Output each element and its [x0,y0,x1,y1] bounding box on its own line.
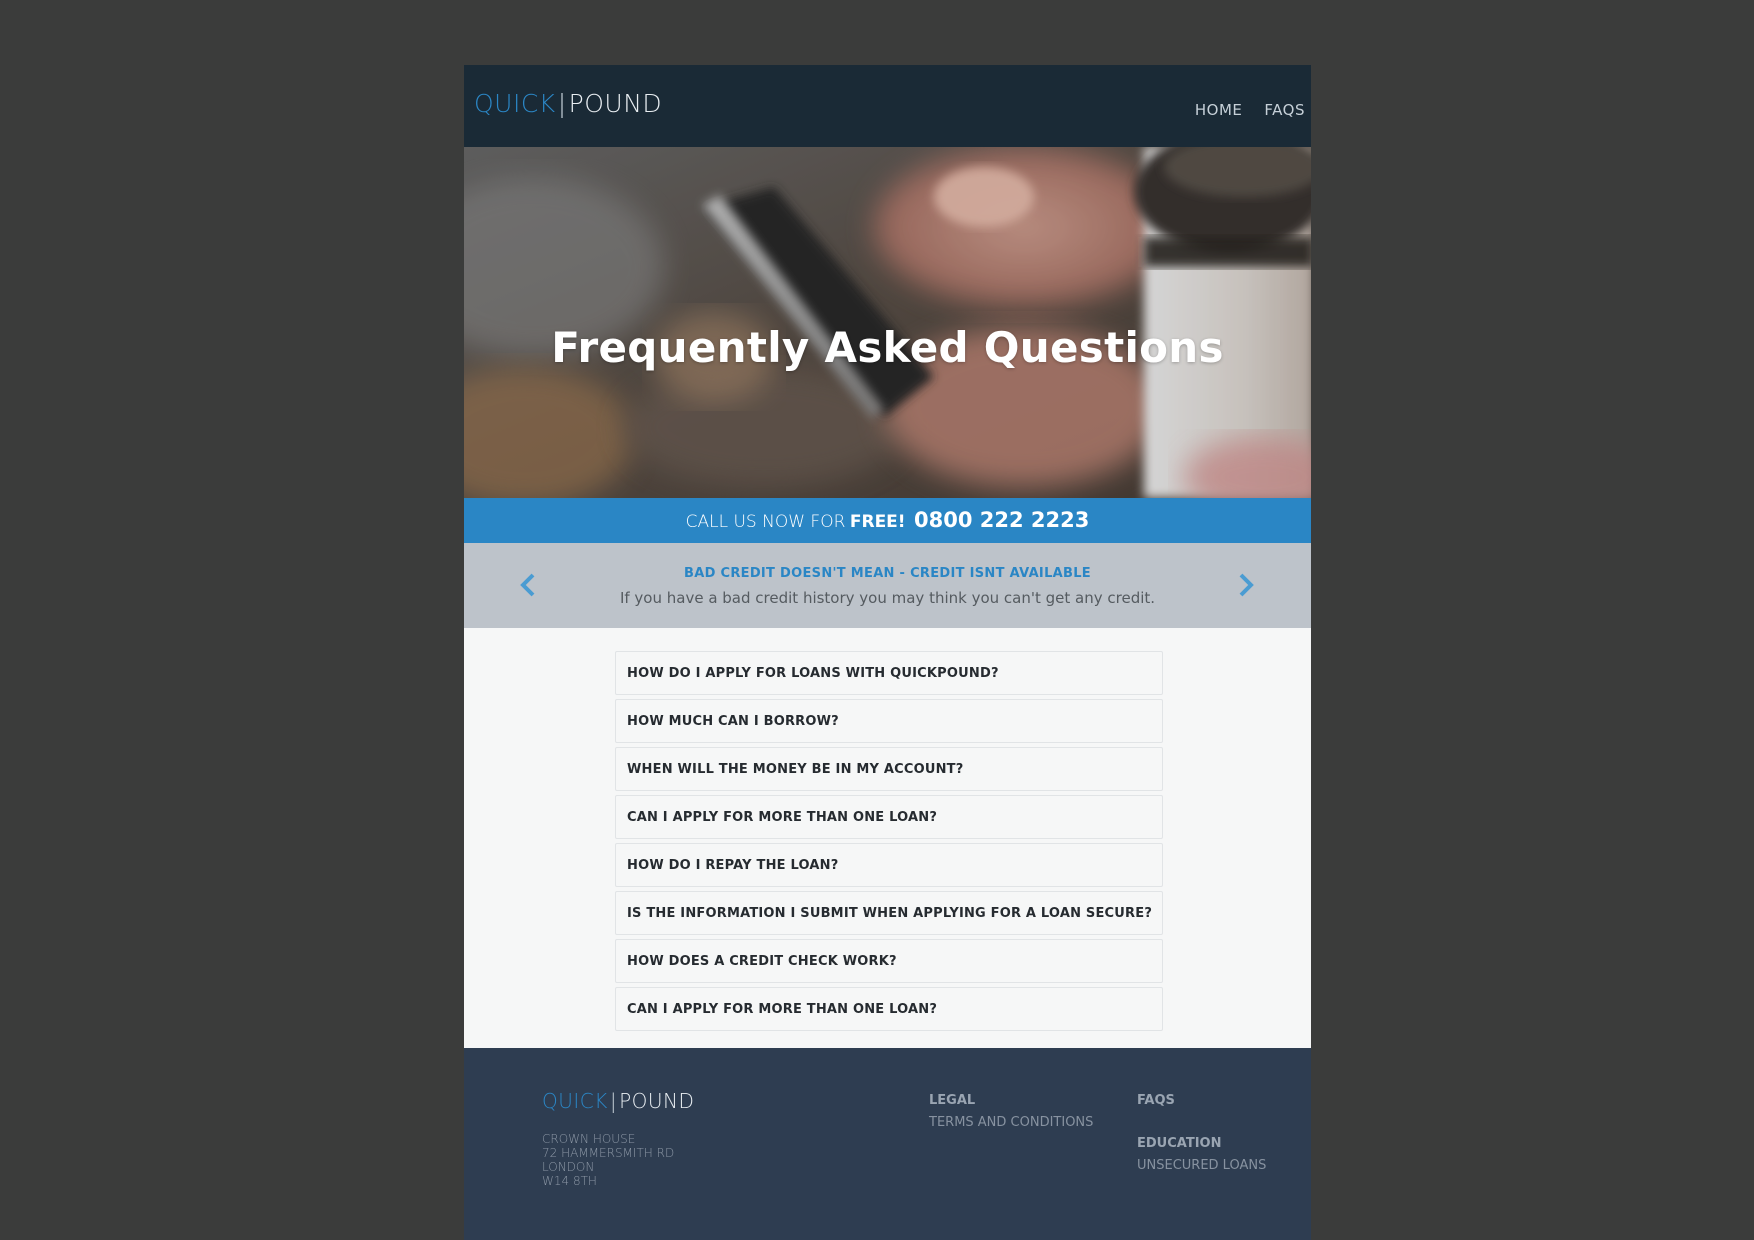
faq-item[interactable]: HOW DOES A CREDIT CHECK WORK? [615,939,1163,983]
header-logo[interactable]: QUICK|POUND [474,89,662,118]
faq-question: HOW DOES A CREDIT CHECK WORK? [627,953,897,969]
main-nav: HOME FAQS [1195,101,1305,119]
logo-quick: QUICK [474,89,556,118]
call-phone-number[interactable]: 0800 222 2223 [914,508,1089,532]
page: QUICK|POUND HOME FAQS Frequently Asked Q… [464,65,1311,1240]
call-prefix: CALL US NOW FOR [685,512,846,532]
faq-accordion: HOW DO I APPLY FOR LOANS WITH QUICKPOUND… [615,651,1163,1035]
address-line: CROWN HOUSE [542,1132,636,1146]
address-line: W14 8TH [542,1174,597,1188]
faq-question: IS THE INFORMATION I SUBMIT WHEN APPLYIN… [627,905,1153,921]
footer-address: CROWN HOUSE 72 HAMMERSMITH RD LONDON W14… [542,1132,674,1188]
footer: QUICK | POUND CROWN HOUSE 72 HAMMERSMITH R… [464,1048,1311,1240]
faq-question: CAN I APPLY FOR MORE THAN ONE LOAN? [627,1001,938,1017]
footer-education-heading: EDUCATION [1137,1136,1222,1151]
chevron-right-icon[interactable] [1234,571,1258,599]
info-carousel: BAD CREDIT DOESN'T MEAN - CREDIT ISNT AV… [464,543,1311,628]
logo-pound: POUND [568,89,663,118]
hero-title: Frequently Asked Questions [551,323,1224,372]
faq-item[interactable]: CAN I APPLY FOR MORE THAN ONE LOAN? [615,795,1163,839]
footer-unsecured-loans-link[interactable]: UNSECURED LOANS [1137,1158,1266,1173]
faq-question: HOW DO I REPAY THE LOAN? [627,857,839,873]
footer-terms-link[interactable]: TERMS AND CONDITIONS [929,1115,1093,1130]
call-bar: CALL US NOW FOR FREE! 0800 222 2223 [464,498,1311,543]
logo-quick: QUICK [542,1089,608,1113]
footer-faqs-link[interactable]: FAQS [1137,1093,1175,1108]
call-free: FREE! [849,512,906,532]
faq-item[interactable]: IS THE INFORMATION I SUBMIT WHEN APPLYIN… [615,891,1163,935]
header: QUICK|POUND HOME FAQS [464,65,1311,147]
faq-question: CAN I APPLY FOR MORE THAN ONE LOAN? [627,809,938,825]
faq-question: HOW DO I APPLY FOR LOANS WITH QUICKPOUND… [627,665,999,681]
faq-item[interactable]: WHEN WILL THE MONEY BE IN MY ACCOUNT? [615,747,1163,791]
faq-item[interactable]: HOW DO I APPLY FOR LOANS WITH QUICKPOUND… [615,651,1163,695]
faq-item[interactable]: HOW MUCH CAN I BORROW? [615,699,1163,743]
footer-logo[interactable]: QUICK | POUND [542,1089,694,1113]
carousel-title: BAD CREDIT DOESN'T MEAN - CREDIT ISNT AV… [684,566,1091,581]
hero-banner: Frequently Asked Questions [464,147,1311,498]
address-line: 72 HAMMERSMITH RD [542,1146,675,1160]
faq-item[interactable]: CAN I APPLY FOR MORE THAN ONE LOAN? [615,987,1163,1031]
nav-home[interactable]: HOME [1195,101,1243,119]
logo-pound: POUND [619,1089,695,1113]
logo-separator: | [609,1089,618,1113]
logo-separator: | [557,89,567,118]
carousel-text: If you have a bad credit history you may… [619,589,1156,607]
footer-legal-heading: LEGAL [929,1093,976,1108]
faq-question: WHEN WILL THE MONEY BE IN MY ACCOUNT? [627,761,964,777]
nav-faqs[interactable]: FAQS [1264,101,1305,119]
address-line: LONDON [542,1160,595,1174]
faq-item[interactable]: HOW DO I REPAY THE LOAN? [615,843,1163,887]
faq-question: HOW MUCH CAN I BORROW? [627,713,839,729]
